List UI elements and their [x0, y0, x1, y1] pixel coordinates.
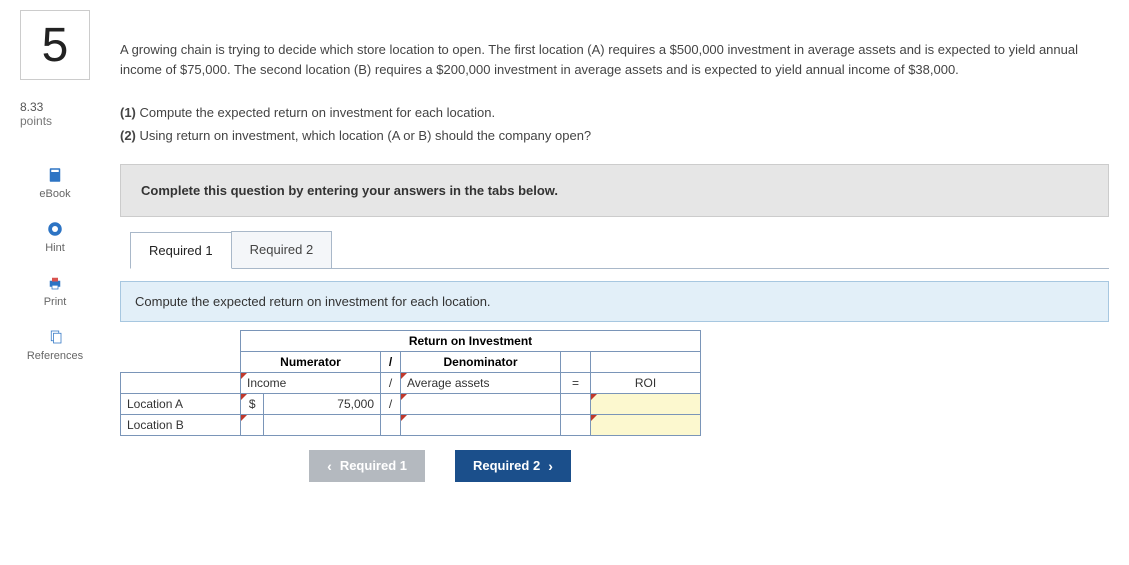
references-label: References: [27, 350, 83, 362]
points-value: 8.33: [20, 100, 43, 114]
next-button[interactable]: Required 2 ›: [455, 450, 571, 482]
equals-label: =: [561, 372, 591, 393]
part2-text: Using return on investment, which locati…: [140, 128, 592, 143]
numerator-header: Numerator: [241, 351, 381, 372]
numerator-label-cell[interactable]: Income: [241, 372, 381, 393]
hint-tool[interactable]: Hint: [20, 212, 90, 262]
lifebuoy-icon: [46, 220, 64, 238]
print-tool[interactable]: Print: [20, 266, 90, 316]
references-tool[interactable]: References: [20, 320, 90, 370]
roi-table: Return on Investment Numerator / Denomin…: [120, 330, 701, 436]
result-label: ROI: [591, 372, 701, 393]
row-a-roi[interactable]: [591, 393, 701, 414]
part2-label: (2): [120, 128, 136, 143]
row-a-denominator[interactable]: [401, 393, 561, 414]
copy-icon: [46, 328, 64, 346]
row-b-label: Location B: [121, 414, 241, 435]
row-a-currency[interactable]: $: [241, 393, 264, 414]
question-body: A growing chain is trying to decide whic…: [120, 40, 1109, 79]
ebook-label: eBook: [39, 188, 70, 200]
prev-button[interactable]: ‹ Required 1: [309, 450, 425, 482]
hint-label: Hint: [45, 242, 65, 254]
next-label: Required 2: [473, 458, 540, 473]
sub-question-1: (1) Compute the expected return on inves…: [120, 103, 1109, 123]
divide-label: /: [381, 372, 401, 393]
denominator-header: Denominator: [401, 351, 561, 372]
tab-required-2[interactable]: Required 2: [231, 231, 333, 268]
row-b-roi[interactable]: [591, 414, 701, 435]
nav-buttons: ‹ Required 1 Required 2 ›: [120, 450, 760, 482]
row-b-numerator[interactable]: [264, 414, 381, 435]
sub-question-2: (2) Using return on investment, which lo…: [120, 126, 1109, 146]
instruction-banner: Complete this question by entering your …: [120, 164, 1109, 217]
chevron-left-icon: ‹: [327, 458, 332, 474]
main-content: A growing chain is trying to decide whic…: [120, 10, 1109, 482]
chevron-right-icon: ›: [548, 458, 553, 474]
tab-instruction: Compute the expected return on investmen…: [120, 281, 1109, 322]
slash-header: /: [381, 351, 401, 372]
row-a-slash: /: [381, 393, 401, 414]
print-label: Print: [44, 296, 67, 308]
table-title: Return on Investment: [241, 330, 701, 351]
sidebar: 5 8.33 points eBook Hint Print Reference…: [20, 10, 120, 482]
points-label: points: [20, 114, 52, 128]
question-prompt: A growing chain is trying to decide whic…: [120, 40, 1109, 146]
question-number: 5: [20, 10, 90, 80]
tab-strip: Required 1 Required 2: [130, 231, 1109, 269]
points-display: 8.33 points: [20, 100, 120, 128]
part1-label: (1): [120, 105, 136, 120]
row-b-currency[interactable]: [241, 414, 264, 435]
denominator-label-cell[interactable]: Average assets: [401, 372, 561, 393]
tab-required-1[interactable]: Required 1: [130, 232, 232, 269]
row-a-numerator[interactable]: 75,000: [264, 393, 381, 414]
prev-label: Required 1: [340, 458, 407, 473]
ebook-tool[interactable]: eBook: [20, 158, 90, 208]
row-b-denominator[interactable]: [401, 414, 561, 435]
printer-icon: [46, 274, 64, 292]
book-icon: [46, 166, 64, 184]
part1-text: Compute the expected return on investmen…: [140, 105, 496, 120]
row-a-label: Location A: [121, 393, 241, 414]
